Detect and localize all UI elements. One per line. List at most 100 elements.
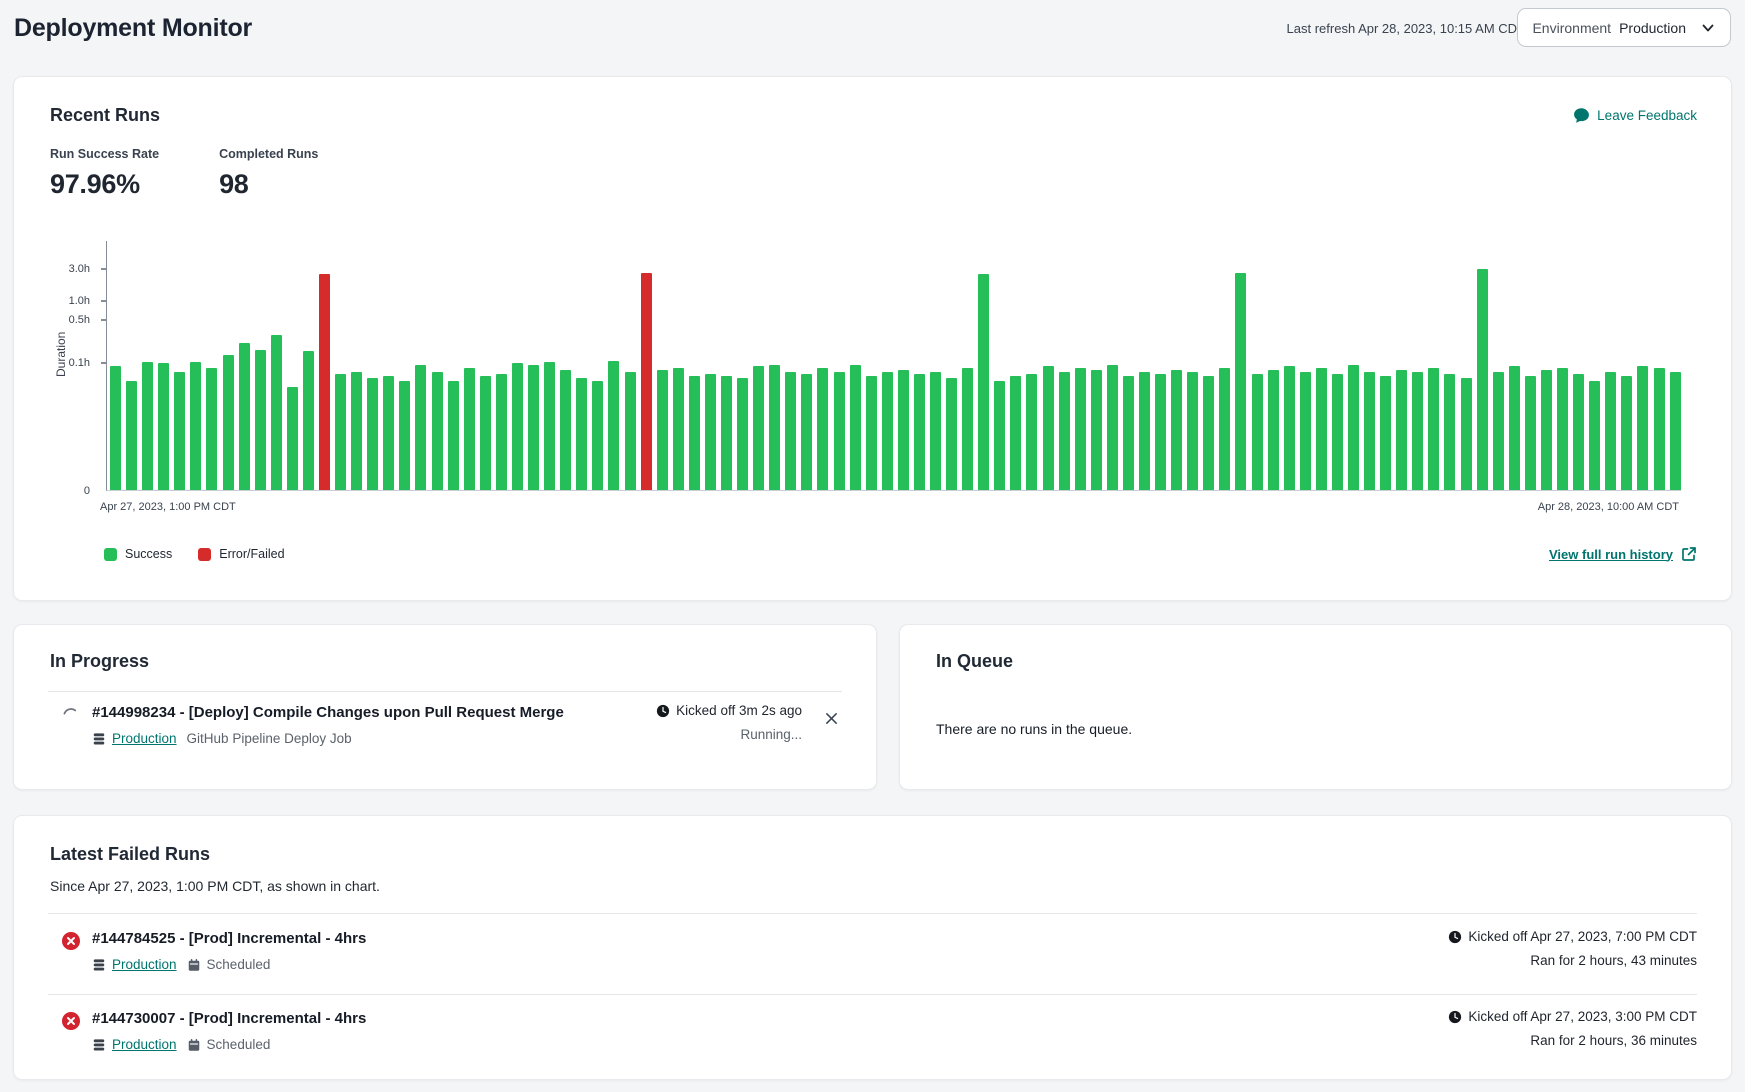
chart-bar-success[interactable] [1573,374,1584,490]
chart-bar-success[interactable] [1268,370,1279,490]
chart-bar-success[interactable] [1316,368,1327,490]
chart-bar-success[interactable] [399,381,410,490]
chart-bar-success[interactable] [351,372,362,490]
environment-link[interactable]: Production [92,1037,177,1052]
chart-bar-success[interactable] [480,376,491,490]
chart-bar-error[interactable] [641,273,652,490]
chart-bar-success[interactable] [110,366,121,490]
cancel-run-button[interactable] [816,703,846,733]
chart-bar-success[interactable] [223,355,234,490]
chart-bar-success[interactable] [994,381,1005,490]
chart-bar-success[interactable] [978,274,989,490]
chart-bar-success[interactable] [303,351,314,490]
chart-bar-success[interactable] [1187,372,1198,490]
chart-bar-success[interactable] [560,370,571,490]
chart-bar-success[interactable] [448,381,459,490]
chart-bar-success[interactable] [753,366,764,490]
chart-bar-success[interactable] [126,381,137,490]
chart-bar-success[interactable] [1637,366,1648,490]
chart-bar-success[interactable] [962,368,973,490]
chart-bar-success[interactable] [1203,376,1214,490]
chart-bar-success[interactable] [1444,374,1455,490]
chart-bar-success[interactable] [1670,372,1681,490]
chart-bar-success[interactable] [1075,368,1086,490]
chart-bar-success[interactable] [335,374,346,490]
chart-bar-success[interactable] [1380,376,1391,490]
chart-bar-success[interactable] [496,374,507,490]
chart-bar-error[interactable] [319,274,330,490]
chart-bar-success[interactable] [1525,376,1536,490]
chart-bar-success[interactable] [239,343,250,490]
chart-bar-success[interactable] [528,365,539,490]
chart-bar-success[interactable] [1235,273,1246,490]
chart-bar-success[interactable] [255,350,266,490]
chart-bar-success[interactable] [1621,376,1632,490]
chart-bar-success[interactable] [190,362,201,490]
chart-bar-success[interactable] [1557,368,1568,490]
chart-bar-success[interactable] [1461,378,1472,490]
legend-item-success[interactable]: Success [104,547,172,561]
chart-bar-success[interactable] [850,365,861,490]
environment-select[interactable]: Environment Production [1517,8,1731,47]
chart-bar-success[interactable] [1043,366,1054,490]
chart-bar-success[interactable] [882,372,893,490]
chart-bar-success[interactable] [271,335,282,490]
chart-bar-success[interactable] [464,368,475,490]
chart-bar-success[interactable] [1284,366,1295,490]
chart-bar-success[interactable] [1412,372,1423,490]
leave-feedback-link[interactable]: Leave Feedback [1573,107,1697,124]
chart-bar-success[interactable] [1541,370,1552,490]
chart-bar-success[interactable] [1171,370,1182,490]
chart-bar-success[interactable] [673,368,684,490]
chart-bar-success[interactable] [657,370,668,490]
chart-bar-success[interactable] [625,372,636,490]
chart-bar-success[interactable] [801,374,812,490]
chart-bar-success[interactable] [1332,374,1343,490]
chart-bar-success[interactable] [705,374,716,490]
chart-bar-success[interactable] [866,376,877,490]
chart-bar-success[interactable] [1589,381,1600,490]
chart-bar-success[interactable] [1091,370,1102,490]
environment-link[interactable]: Production [92,957,177,972]
chart-bar-success[interactable] [898,370,909,490]
chart-bar-success[interactable] [544,362,555,490]
chart-bar-success[interactable] [1026,374,1037,490]
chart-bar-success[interactable] [1107,365,1118,490]
chart-bar-success[interactable] [512,363,523,490]
chart-bar-success[interactable] [817,368,828,490]
chart-bar-success[interactable] [1252,374,1263,490]
chart-bar-success[interactable] [737,378,748,490]
chart-bar-success[interactable] [785,372,796,490]
legend-item-error-failed[interactable]: Error/Failed [198,547,284,561]
chart-bar-success[interactable] [914,374,925,490]
chart-bar-success[interactable] [1059,372,1070,490]
chart-bar-success[interactable] [592,381,603,490]
chart-bar-success[interactable] [1654,368,1665,490]
chart-bar-success[interactable] [1348,365,1359,490]
chart-bar-success[interactable] [769,365,780,490]
chart-bar-success[interactable] [576,378,587,490]
chart-bar-success[interactable] [415,365,426,490]
chart-bar-success[interactable] [946,378,957,490]
chart-bar-success[interactable] [608,361,619,490]
chart-bar-success[interactable] [1219,368,1230,490]
chart-bar-success[interactable] [1155,374,1166,490]
chart-bar-success[interactable] [367,378,378,490]
chart-bar-success[interactable] [174,372,185,490]
chart-bar-success[interactable] [1396,370,1407,490]
chart-bar-success[interactable] [1493,372,1504,490]
chart-bar-success[interactable] [1477,269,1488,490]
chart-bar-success[interactable] [383,376,394,490]
chart-bar-success[interactable] [1123,376,1134,490]
chart-bar-success[interactable] [158,363,169,490]
chart-bar-success[interactable] [432,372,443,490]
chart-bar-success[interactable] [142,362,153,490]
chart-bar-success[interactable] [1364,372,1375,490]
chart-bar-success[interactable] [206,368,217,490]
view-full-run-history-link[interactable]: View full run history [1549,546,1697,562]
environment-link[interactable]: Production [92,731,177,746]
chart-bar-success[interactable] [1428,368,1439,490]
chart-bar-success[interactable] [287,387,298,490]
chart-bar-success[interactable] [689,376,700,490]
chart-bar-success[interactable] [834,372,845,490]
